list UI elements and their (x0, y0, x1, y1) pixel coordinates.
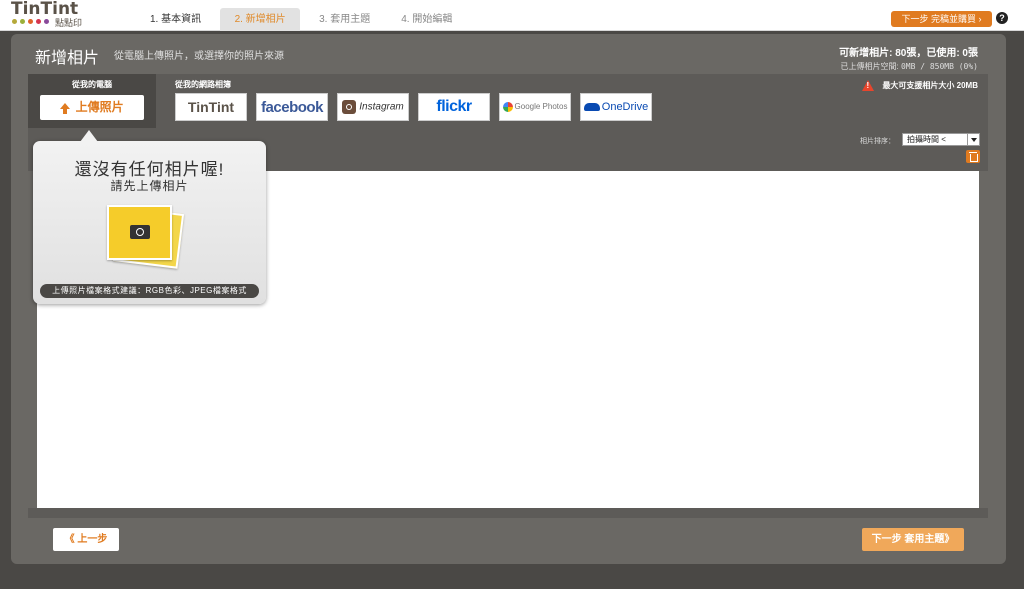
instagram-logo-icon: Instagram (342, 100, 404, 114)
warning-icon (862, 80, 875, 91)
logo-subtitle: 點點印 (55, 18, 83, 28)
tintint-logo[interactable]: TinTint 點點印 (11, 1, 91, 29)
storage-usage: 已上傳相片空間: 0MB / 850MB (0%) (840, 61, 978, 72)
source-google-photos-button[interactable]: Google Photos (499, 93, 571, 121)
trash-icon[interactable] (966, 150, 980, 163)
source-onedrive-button[interactable]: OneDrive (580, 93, 652, 121)
sort-label: 相片排序： (860, 138, 895, 145)
storage-label: 已上傳相片空間: (840, 62, 899, 71)
upload-arrow-icon (60, 103, 71, 114)
step-add-photos[interactable]: 2. 新增相片 (220, 8, 301, 31)
help-icon[interactable]: ? (996, 12, 1008, 24)
photo-quota: 可新增相片: 80張，已使用: 0張 (839, 48, 978, 59)
flickr-logo-icon: flickr (436, 98, 472, 115)
chevron-down-icon (967, 134, 979, 145)
tintint-logo-icon: TinTint (187, 99, 235, 115)
sort-selected-value: 拍攝時間 < (907, 135, 946, 144)
page-subtitle: 從電腦上傳照片，或選擇你的照片來源 (114, 51, 284, 62)
source-facebook-button[interactable]: facebook (256, 93, 328, 121)
camera-icon (130, 225, 150, 239)
max-size-notice: 最大可支援相片大小 20MB (862, 80, 978, 91)
step-basic-info[interactable]: 1. 基本資訊 (138, 8, 213, 31)
source-instagram-button[interactable]: Instagram (337, 93, 409, 121)
photo-stack-icon (107, 205, 187, 269)
source-tintint-button[interactable]: TinTint (175, 93, 247, 121)
step-apply-theme[interactable]: 3. 套用主題 (307, 8, 382, 31)
previous-step-button[interactable]: 《 上一步 (53, 528, 119, 551)
onedrive-logo-icon: OneDrive (583, 101, 648, 113)
web-source-label: 從我的網路相簿 (175, 80, 231, 89)
logo-dots (12, 19, 49, 24)
popup-pointer (80, 130, 98, 142)
photo-area-footer (28, 508, 988, 518)
empty-state-popup: 還沒有任何相片喔! 請先上傳相片 上傳照片檔案格式建議：RGB色彩、JPEG檔案… (33, 130, 266, 304)
source-bar: 從我的電腦 上傳照片 從我的網路相簿 TinTint facebook Inst… (28, 74, 988, 128)
web-source-list: TinTint facebook Instagram flickr Google… (175, 93, 652, 121)
local-source: 從我的電腦 上傳照片 (28, 74, 156, 128)
upload-photos-button[interactable]: 上傳照片 (40, 95, 144, 120)
empty-state-subtitle: 請先上傳相片 (110, 179, 189, 193)
upload-format-hint: 上傳照片檔案格式建議：RGB色彩、JPEG檔案格式 (40, 284, 259, 298)
step-start-editing[interactable]: 4. 開始編輯 (389, 8, 464, 31)
facebook-logo-icon: facebook (261, 98, 323, 116)
max-size-text: 最大可支援相片大小 20MB (882, 81, 978, 90)
top-next-button[interactable]: 下一步 完稿並購買 › (891, 11, 992, 27)
next-step-button[interactable]: 下一步 套用主題》 (862, 528, 964, 551)
source-flickr-button[interactable]: flickr (418, 93, 490, 121)
upload-label: 上傳照片 (75, 100, 124, 114)
local-source-label: 從我的電腦 (72, 80, 112, 89)
step-tabs: 1. 基本資訊 2. 新增相片 3. 套用主題 4. 開始編輯 (138, 8, 471, 31)
storage-value: 0MB / 850MB (0%) (900, 62, 978, 71)
sort-select[interactable]: 拍攝時間 < (902, 133, 980, 146)
page-title: 新增相片 (35, 50, 100, 67)
google-photos-logo-icon: Google Photos (502, 102, 567, 112)
top-bar: TinTint 點點印 1. 基本資訊 2. 新增相片 3. 套用主題 4. 開… (0, 0, 1024, 31)
